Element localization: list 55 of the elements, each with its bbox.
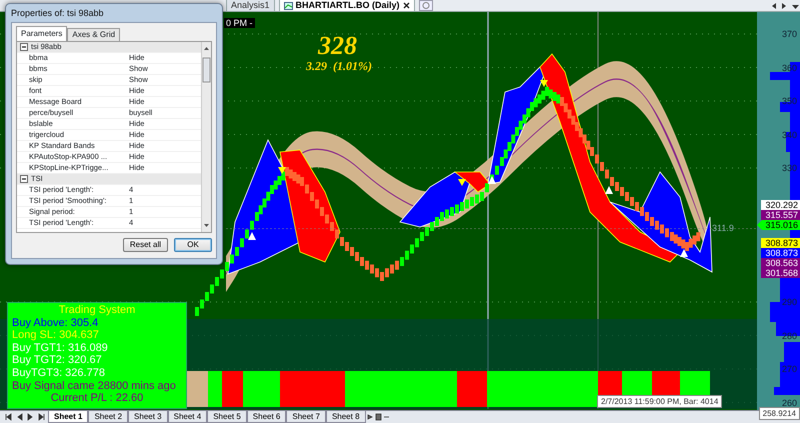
info-text: Buy TGT1: 316.089 [12,342,108,354]
sheet-tab[interactable]: Sheet 2 [88,411,128,423]
up-arrow-icon [488,176,496,184]
info-text: Buy Signal came 28800 mins ago [12,380,176,392]
sheet-tab[interactable]: Sheet 4 [168,411,208,423]
collapse-icon[interactable] [20,43,28,51]
sheet-tab[interactable]: Sheet 6 [246,411,286,423]
price-tag: 308.873 [761,238,800,248]
dialog-title: Properties of: tsi 98abb [11,7,105,20]
price-line-label: 311.9 [712,222,734,234]
reset-button[interactable]: Reset all [122,238,168,252]
axis-label: 290 [782,297,797,307]
axis-label: 260 [782,398,797,408]
price-change: 3.29 (1.01%) [306,59,372,73]
document-tab[interactable]: BHARTIARTL.BO (Daily) [278,0,415,11]
cursor-tooltip: 2/7/2013 11:59:00 PM, Bar: 4014 [597,395,722,408]
new-tab-icon[interactable] [418,0,433,11]
info-text: Long SL: 304.637 [12,329,99,342]
chart-icon [284,2,293,10]
sheet-tab[interactable]: Sheet 7 [286,411,326,423]
price-tag: 308.563 [761,258,800,268]
axis-label: 270 [782,364,797,374]
dialog-tab[interactable]: Axes & Grid [67,28,120,41]
axis-label: 350 [782,96,797,106]
info-text: BuyTGT3: 326.778 [12,366,105,379]
dialog-tab[interactable]: Parameters [16,26,68,41]
up-arrow-icon [680,249,688,257]
close-icon[interactable] [402,2,410,9]
info-text: Current P/L : 22.60 [50,392,144,404]
sheet-tab[interactable]: Sheet 5 [207,411,247,423]
tab-scroll-arrows-icon[interactable] [770,1,800,11]
price-tag: 320.292 [761,200,800,210]
sheet-tab[interactable]: Sheet 8 [326,411,366,423]
price-tag: 301.568 [761,268,800,278]
document-tab[interactable]: Analysis1 [226,0,275,11]
up-arrow-icon [605,186,613,194]
down-arrow-icon [540,80,548,87]
down-arrow-icon [458,179,466,186]
collapse-icon[interactable] [20,175,28,183]
axis-cursor-value: 258.9214 [758,407,800,420]
last-price: 328 [318,32,357,60]
price-tag: 315.016 [757,220,800,230]
time-label: 0 PM - [224,18,255,28]
ok-button[interactable]: OK [174,238,212,252]
price-tag: 308.873 [761,248,800,258]
axis-label: 370 [782,29,797,39]
down-arrow-icon [278,167,286,174]
up-arrow-icon [248,232,256,240]
info-text: Buy Above: 305.4 [12,316,98,329]
sheet-tab[interactable]: Sheet 1 [48,411,88,423]
sheet-tab[interactable]: Sheet 3 [128,411,168,423]
info-text: Trading System [58,304,136,316]
info-text: Buy TGT2: 320.67 [12,354,102,366]
price-tag: 315.557 [761,210,800,220]
sheet-tool-icons[interactable] [366,412,390,422]
